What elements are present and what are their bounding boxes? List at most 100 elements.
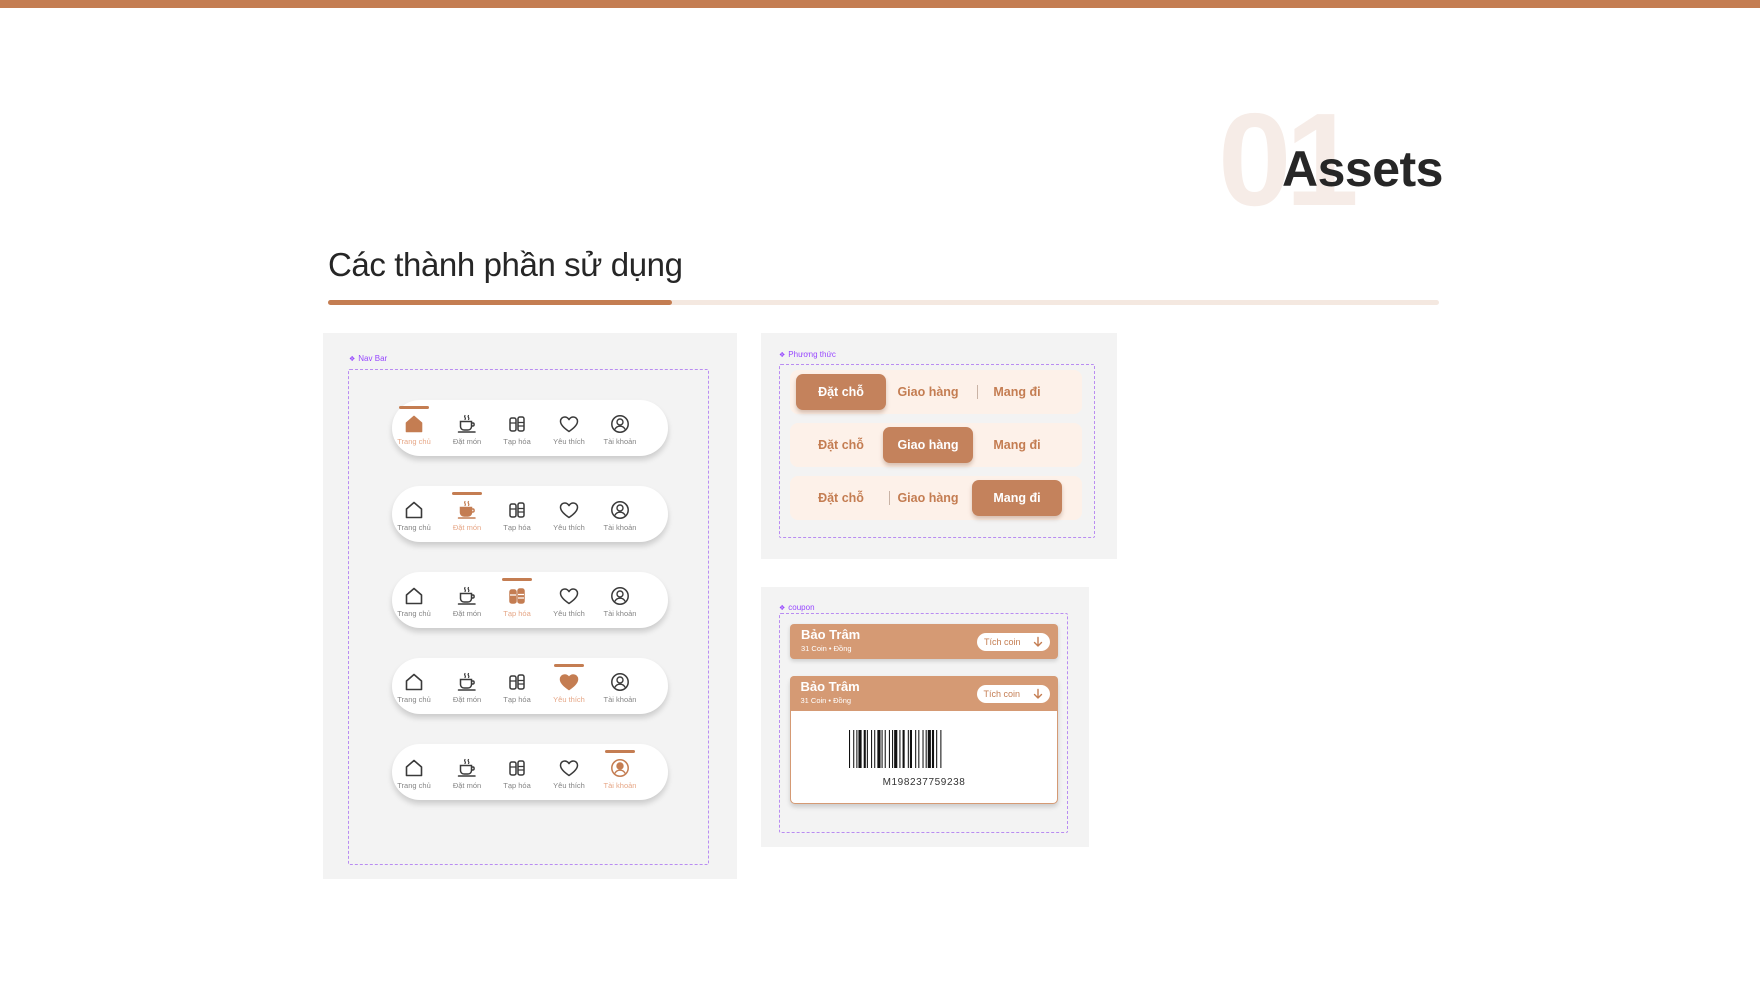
coupon-collapsed[interactable]: Bảo Trâm 31 Coin • Đồng Tích coin (790, 624, 1058, 659)
barcode-bar (940, 730, 942, 768)
nav-item-2[interactable]: Tạp hóa (495, 744, 539, 800)
grocery-bottles-icon (509, 674, 525, 690)
method-option-2[interactable]: Mang đi (972, 427, 1062, 463)
nav-item-3[interactable]: Yêu thích (547, 400, 591, 456)
barcode-bar (894, 730, 898, 768)
nav-item-label: Tài khoản (603, 695, 637, 704)
barcode-bar (918, 730, 920, 768)
nav-item-3[interactable]: Yêu thích (547, 572, 591, 628)
arrow-down-icon (1033, 688, 1042, 699)
active-indicator (399, 406, 429, 409)
barcode-bar (874, 730, 876, 768)
grocery-bottles-icon (509, 416, 525, 432)
nav-item-3[interactable]: Yêu thích (547, 486, 591, 542)
nav-item-0[interactable]: Trang chủ (392, 658, 436, 714)
method-option-1[interactable]: Giao hàng (883, 374, 973, 410)
barcode-bar (866, 730, 868, 768)
nav-item-4[interactable]: Tài khoản (598, 400, 642, 456)
method-selector: Đặt chỗ Giao hàng Mang đi (790, 423, 1082, 467)
coffee-cup-icon (457, 586, 476, 605)
active-indicator (605, 750, 635, 753)
active-indicator (452, 492, 482, 495)
method-option-2[interactable]: Mang đi (972, 480, 1062, 516)
nav-item-1[interactable]: Đặt món (445, 658, 489, 714)
nav-item-1[interactable]: Đặt món (445, 744, 489, 800)
barcode-bar (871, 730, 873, 768)
grocery-bottles-icon (509, 760, 525, 776)
grocery-bottles-icon (509, 502, 525, 518)
nav-item-label: Trang chủ (397, 781, 431, 790)
method-selector: Đặt chỗ Giao hàng Mang đi (790, 476, 1082, 520)
navbar-variant: Trang chủ Đặt món Tạp hóa Yêu thích Tài k… (392, 744, 668, 800)
account-icon (611, 673, 629, 691)
navbar-variant: Trang chủ Đặt món Tạp hóa Yêu thích Tài k… (392, 400, 668, 456)
nav-item-1[interactable]: Đặt món (445, 400, 489, 456)
barcode-number: M198237759238 (882, 777, 966, 788)
method-option-1[interactable]: Giao hàng (883, 480, 973, 516)
method-option-1[interactable]: Giao hàng (883, 427, 973, 463)
nav-item-2[interactable]: Tạp hóa (495, 486, 539, 542)
section-progress-bar (328, 300, 1439, 305)
arrow-down-icon (1033, 636, 1043, 647)
method-option-label: Đặt chỗ (818, 438, 864, 452)
barcode (849, 730, 942, 768)
barcode-bar (909, 730, 912, 768)
top-accent-stripe (0, 0, 1760, 8)
nav-item-2[interactable]: Tạp hóa (495, 658, 539, 714)
section-progress-fill (328, 300, 673, 305)
method-option-0[interactable]: Đặt chỗ (796, 374, 886, 410)
nav-item-label: Tài khoản (603, 437, 637, 446)
section-title: Assets (1282, 141, 1444, 197)
nav-item-label: Tạp hóa (503, 609, 531, 618)
active-indicator (502, 578, 532, 581)
nav-item-2[interactable]: Tạp hóa (495, 400, 539, 456)
nav-item-label: Tạp hóa (503, 781, 531, 790)
nav-item-label: Trang chủ (397, 437, 431, 446)
collect-coin-button[interactable]: Tích coin (977, 633, 1050, 651)
coupon-expanded[interactable]: Bảo Trâm 31 Coin • Đồng Tích coin M19823… (789, 675, 1058, 804)
barcode-bar (892, 730, 894, 768)
nav-item-4[interactable]: Tài khoản (598, 744, 642, 800)
nav-item-0[interactable]: Trang chủ (392, 744, 436, 800)
collect-coin-label: Tích coin (983, 688, 1021, 699)
method-option-2[interactable]: Mang đi (972, 374, 1062, 410)
nav-item-1[interactable]: Đặt món (445, 572, 489, 628)
method-option-label: Mang đi (993, 438, 1041, 452)
nav-item-0[interactable]: Trang chủ (392, 400, 436, 456)
barcode-bar (922, 730, 924, 768)
collect-coin-button[interactable]: Tích coin (976, 684, 1050, 703)
nav-item-0[interactable]: Trang chủ (392, 486, 436, 542)
barcode-bar (858, 730, 862, 768)
nav-item-3[interactable]: Yêu thích (547, 744, 591, 800)
nav-item-4[interactable]: Tài khoản (598, 658, 642, 714)
collect-coin-label: Tích coin (984, 637, 1021, 647)
nav-item-4[interactable]: Tài khoản (598, 572, 642, 628)
barcode-bar (888, 730, 890, 768)
nav-item-label: Trang chủ (397, 609, 431, 618)
method-option-0[interactable]: Đặt chỗ (796, 480, 886, 516)
navbar-variant: Trang chủ Đặt món Tạp hóa Yêu thích Tài k… (392, 572, 668, 628)
nav-item-1[interactable]: Đặt món (445, 486, 489, 542)
nav-item-label: Tài khoản (603, 609, 637, 618)
method-option-label: Mang đi (993, 491, 1041, 505)
account-icon (611, 501, 629, 519)
nav-item-4[interactable]: Tài khoản (598, 486, 642, 542)
barcode-bar (925, 730, 927, 768)
barcode-bar (927, 730, 931, 768)
nav-item-3[interactable]: Yêu thích (547, 658, 591, 714)
barcode-bar (863, 730, 866, 768)
nav-item-2[interactable]: Tạp hóa (495, 572, 539, 628)
home-icon (405, 415, 423, 433)
heart-icon (559, 588, 579, 605)
method-divider (889, 491, 890, 505)
method-option-0[interactable]: Đặt chỗ (796, 427, 886, 463)
coupon-subtitle: 31 Coin • Đồng (800, 695, 852, 705)
nav-item-0[interactable]: Trang chủ (392, 572, 436, 628)
barcode-bar (931, 730, 935, 768)
heart-icon (559, 416, 579, 433)
heart-icon (559, 674, 579, 691)
barcode-bar (849, 730, 851, 768)
method-option-label: Giao hàng (897, 491, 959, 505)
barcode-bar (915, 730, 917, 768)
coupon-name: Bảo Trâm (801, 627, 861, 642)
